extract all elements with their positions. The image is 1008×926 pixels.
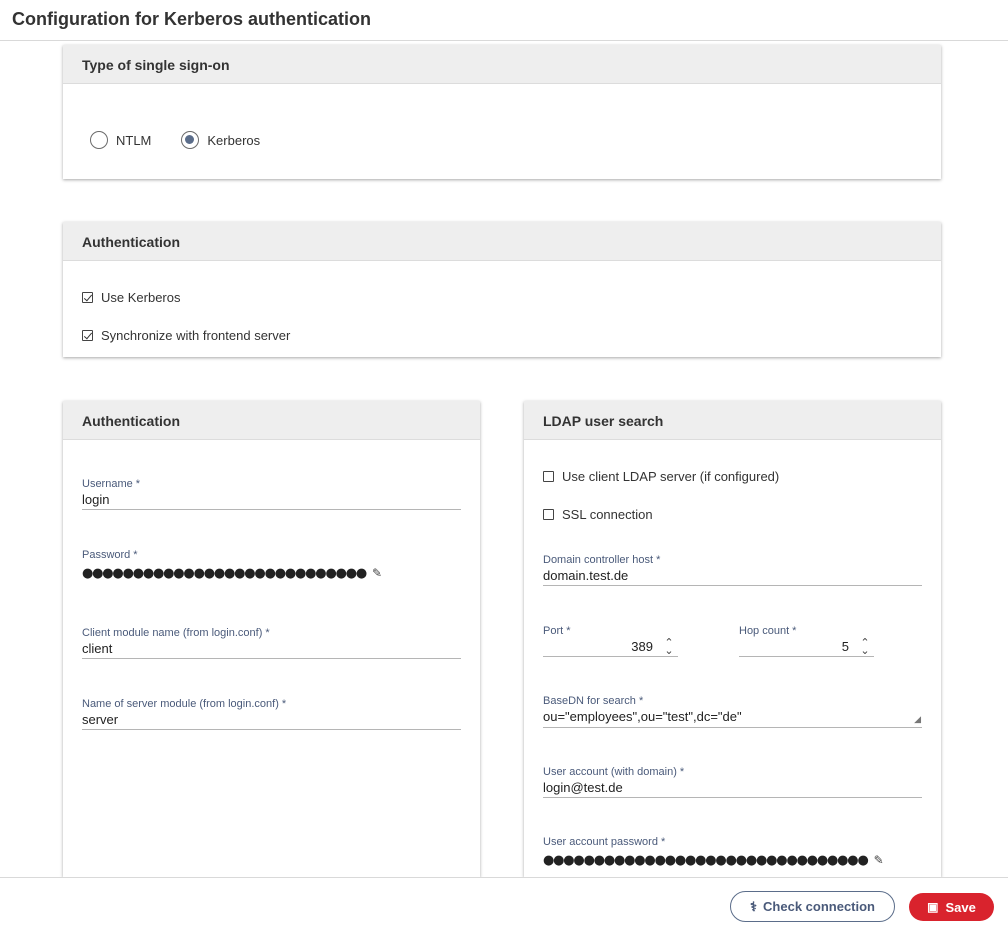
authentication-credentials-card: Authentication Username* Password* ●●●●●…	[63, 401, 480, 877]
user-account-label: User account (with domain) *	[543, 766, 922, 778]
save-button[interactable]: ▣ Save	[909, 893, 994, 921]
port-field: Port * 389 ⌃ ⌄	[543, 625, 678, 657]
basedn-textarea[interactable]: ou="employees",ou="test",dc="de" ◢	[543, 707, 922, 728]
pencil-icon[interactable]: ✎	[874, 853, 884, 867]
radio-ntlm-circle[interactable]	[90, 131, 108, 149]
user-password-required-mark: *	[660, 836, 666, 848]
page-title: Configuration for Kerberos authenticatio…	[12, 9, 372, 29]
server-module-label-text: Name of server module (from login.conf)	[82, 698, 279, 710]
ldap-user-search-title: LDAP user search	[524, 401, 941, 440]
sync-frontend-label: Synchronize with frontend server	[101, 328, 291, 343]
client-module-input[interactable]	[82, 639, 461, 659]
server-module-input[interactable]	[82, 710, 461, 730]
use-kerberos-check-box[interactable]	[82, 292, 93, 303]
dc-host-required-mark: *	[656, 554, 661, 566]
use-client-ldap-check-box[interactable]	[543, 471, 554, 482]
sso-type-card: Type of single sign-on NTLM Kerberos	[63, 45, 941, 179]
username-label-text: Username	[82, 478, 133, 490]
radio-ntlm[interactable]: NTLM	[90, 131, 151, 149]
use-kerberos-label: Use Kerberos	[101, 290, 181, 305]
dc-host-input[interactable]	[543, 566, 922, 586]
ssl-connection-check-box[interactable]	[543, 509, 554, 520]
radio-kerberos-circle[interactable]	[181, 131, 200, 149]
server-module-field: Name of server module (from login.conf) *	[82, 698, 461, 730]
pencil-icon[interactable]: ✎	[372, 566, 382, 580]
authentication-options-card: Authentication Use Kerberos Synchronize …	[63, 222, 941, 357]
dc-host-label-text: Domain controller host	[543, 554, 654, 566]
radio-ntlm-label: NTLM	[116, 132, 152, 148]
user-password-label: User account password *	[543, 836, 922, 848]
password-field: Password * ●●●●●●●●●●●●●●●●●●●●●●●●●●●● ✎	[82, 549, 461, 581]
username-field: Username *	[82, 478, 461, 510]
use-client-ldap-label: Use client LDAP server (if configured)	[562, 469, 780, 484]
basedn-value[interactable]: ou="employees",ou="test",dc="de"	[543, 707, 922, 724]
resize-grip-icon[interactable]: ◢	[914, 714, 921, 725]
basedn-required-mark: *	[638, 695, 644, 707]
hop-count-required-mark: *	[792, 625, 797, 637]
username-required-mark: *	[135, 478, 141, 490]
password-label: Password *	[82, 549, 461, 561]
radio-kerberos-label: Kerberos	[207, 132, 261, 148]
client-module-required-mark: *	[265, 627, 270, 639]
sync-frontend-checkbox[interactable]: Synchronize with frontend server	[82, 328, 290, 343]
port-value[interactable]: 389	[631, 639, 653, 654]
hop-count-input[interactable]: 5 ⌃ ⌄	[739, 637, 874, 657]
check-connection-button[interactable]: ⚕ Check connection	[730, 891, 895, 922]
hop-count-label-text: Hop count	[739, 625, 790, 637]
port-required-mark: *	[566, 625, 571, 637]
check-connection-label: Check connection	[763, 899, 875, 914]
port-input[interactable]: 389 ⌃ ⌄	[543, 637, 678, 657]
ssl-connection-checkbox[interactable]: SSL connection	[543, 507, 653, 522]
user-account-label-text: User account (with domain)	[543, 766, 677, 778]
floppy-disk-icon: ▣	[927, 900, 939, 914]
hop-count-field: Hop count * 5 ⌃ ⌄	[739, 625, 874, 657]
hop-count-value[interactable]: 5	[842, 639, 849, 654]
client-module-label-text: Client module name (from login.conf)	[82, 627, 263, 639]
port-label-text: Port	[543, 625, 564, 637]
user-password-masked-value[interactable]: ●●●●●●●●●●●●●●●●●●●●●●●●●●●●●●●●	[543, 853, 869, 868]
user-password-field: User account password * ●●●●●●●●●●●●●●●●●…	[543, 836, 922, 868]
password-label-text: Password	[82, 549, 131, 561]
use-client-ldap-checkbox[interactable]: Use client LDAP server (if configured)	[543, 469, 779, 484]
user-password-input[interactable]: ●●●●●●●●●●●●●●●●●●●●●●●●●●●●●●●● ✎	[543, 852, 922, 868]
port-label: Port *	[543, 625, 678, 637]
save-label: Save	[945, 899, 976, 915]
basedn-label: BaseDN for search *	[543, 695, 922, 707]
sso-radio-group: NTLM Kerberos	[90, 131, 290, 149]
client-module-label: Client module name (from login.conf) *	[82, 627, 461, 639]
user-account-input[interactable]	[543, 778, 922, 798]
authentication-credentials-title: Authentication	[63, 401, 480, 440]
password-masked-value[interactable]: ●●●●●●●●●●●●●●●●●●●●●●●●●●●●	[82, 566, 367, 581]
server-module-label: Name of server module (from login.conf) *	[82, 698, 461, 710]
user-account-field: User account (with domain) *	[543, 766, 922, 798]
ldap-user-search-card: LDAP user search Use client LDAP server …	[524, 401, 941, 877]
user-account-required-mark: *	[679, 766, 685, 778]
chevron-up-down-icon[interactable]: ⌃ ⌄	[663, 637, 675, 656]
use-kerberos-checkbox[interactable]: Use Kerberos	[82, 290, 180, 305]
sso-type-card-title: Type of single sign-on	[63, 45, 941, 84]
basedn-field: BaseDN for search * ou="employees",ou="te…	[543, 695, 922, 728]
authentication-options-title: Authentication	[63, 222, 941, 261]
page-header: Configuration for Kerberos authenticatio…	[0, 0, 1008, 41]
radio-kerberos[interactable]: Kerberos	[181, 131, 260, 149]
username-label: Username *	[82, 478, 461, 490]
basedn-label-text: BaseDN for search	[543, 695, 636, 707]
dc-host-label: Domain controller host *	[543, 554, 922, 566]
password-input[interactable]: ●●●●●●●●●●●●●●●●●●●●●●●●●●●● ✎	[82, 565, 461, 581]
sync-frontend-check-box[interactable]	[82, 330, 93, 341]
chevron-up-down-icon[interactable]: ⌃ ⌄	[859, 637, 871, 656]
user-password-label-text: User account password	[543, 836, 658, 848]
stethoscope-icon: ⚕	[749, 898, 758, 914]
username-input[interactable]	[82, 490, 461, 510]
hop-count-label: Hop count *	[739, 625, 874, 637]
server-module-required-mark: *	[281, 698, 287, 710]
ssl-connection-label: SSL connection	[562, 507, 653, 522]
dc-host-field: Domain controller host *	[543, 554, 922, 586]
password-required-mark: *	[133, 549, 138, 561]
client-module-field: Client module name (from login.conf) *	[82, 627, 461, 659]
